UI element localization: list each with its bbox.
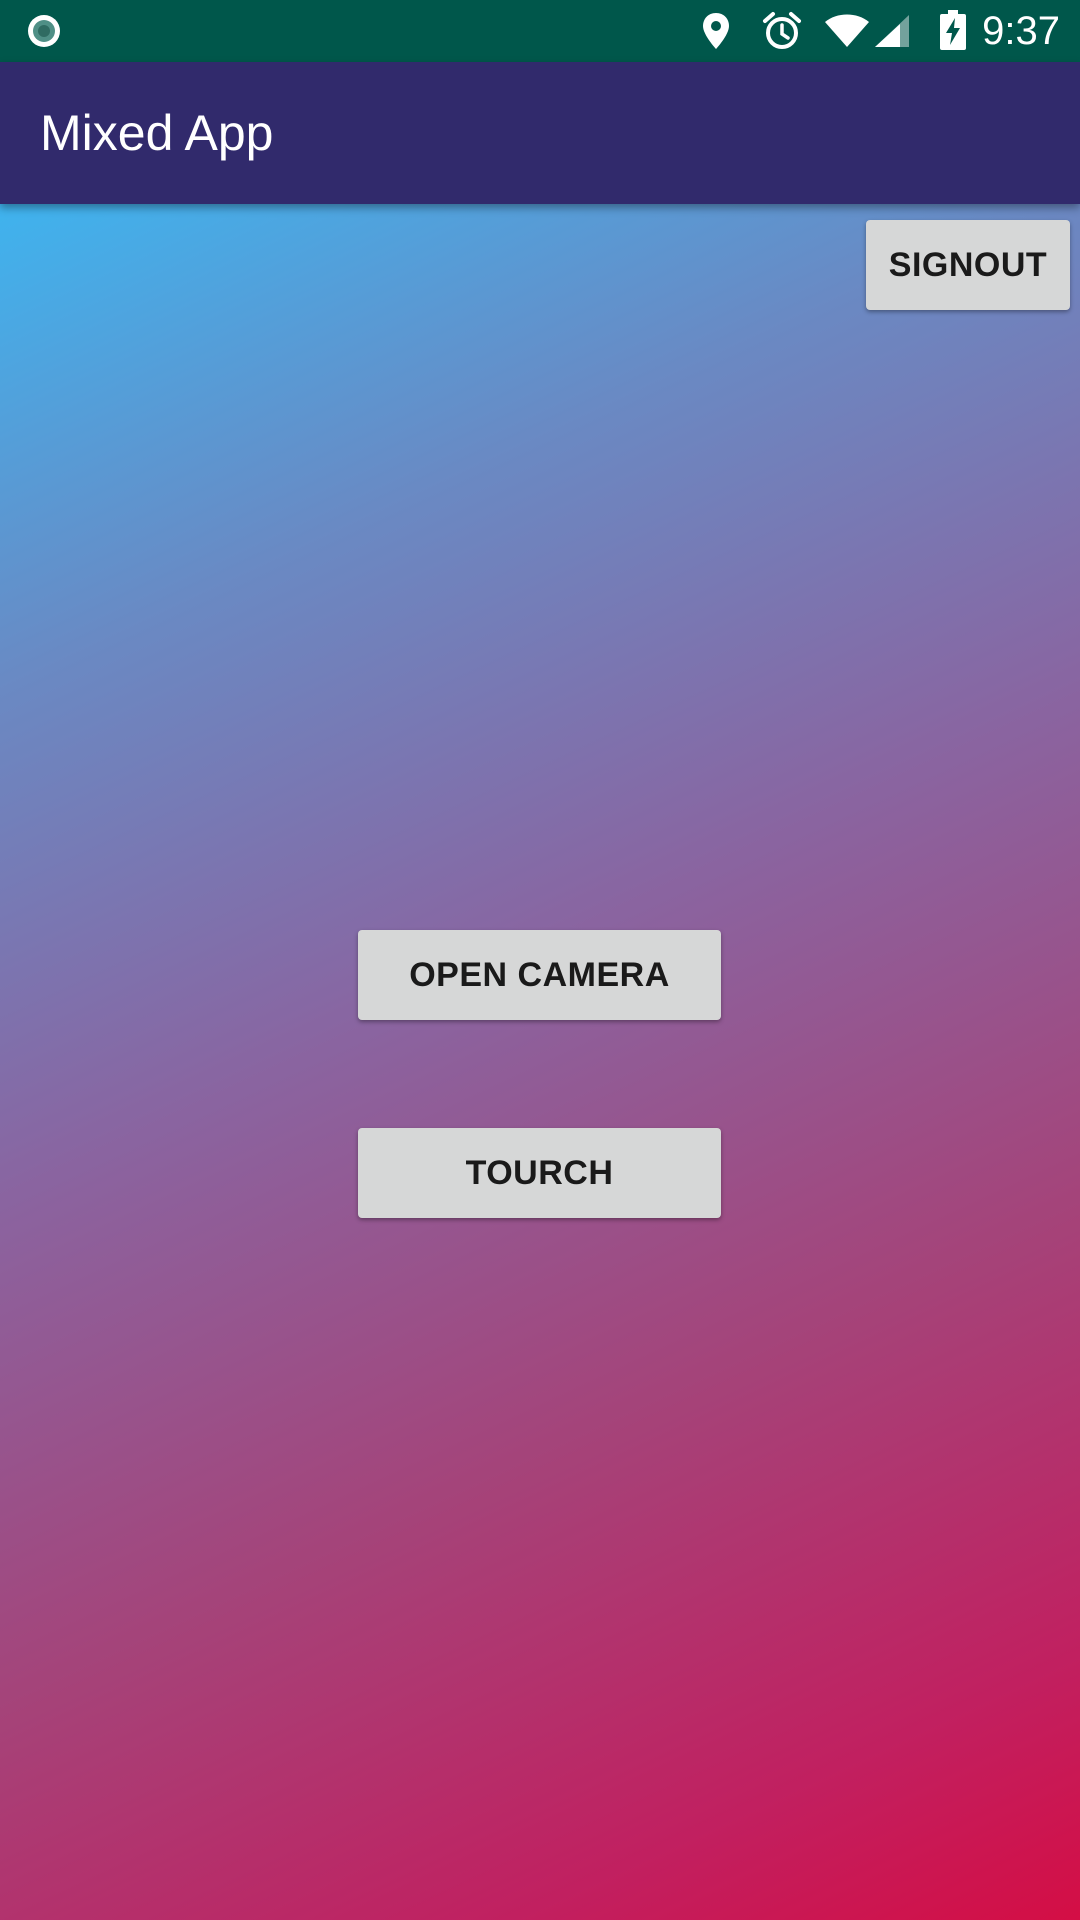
status-bar: 9:37: [0, 0, 1080, 62]
main-content: SIGNOUT OPEN CAMERA TOURCH: [0, 204, 1080, 1920]
app-screen: 9:37 Mixed App SIGNOUT OPEN CAMERA TOURC…: [0, 0, 1080, 1920]
open-camera-button[interactable]: OPEN CAMERA: [358, 930, 721, 1020]
alarm-icon: [763, 12, 801, 49]
sync-circle-icon: [28, 15, 60, 47]
status-time: 9:37: [982, 9, 1060, 53]
torch-button[interactable]: TOURCH: [358, 1128, 721, 1218]
wifi-icon: [825, 14, 869, 47]
app-title: Mixed App: [40, 105, 274, 161]
cell-signal-icon: [875, 15, 909, 47]
signout-button[interactable]: SIGNOUT: [866, 220, 1070, 310]
app-bar: Mixed App: [0, 62, 1080, 204]
location-pin-icon: [703, 13, 729, 49]
battery-charging-icon: [940, 10, 966, 50]
